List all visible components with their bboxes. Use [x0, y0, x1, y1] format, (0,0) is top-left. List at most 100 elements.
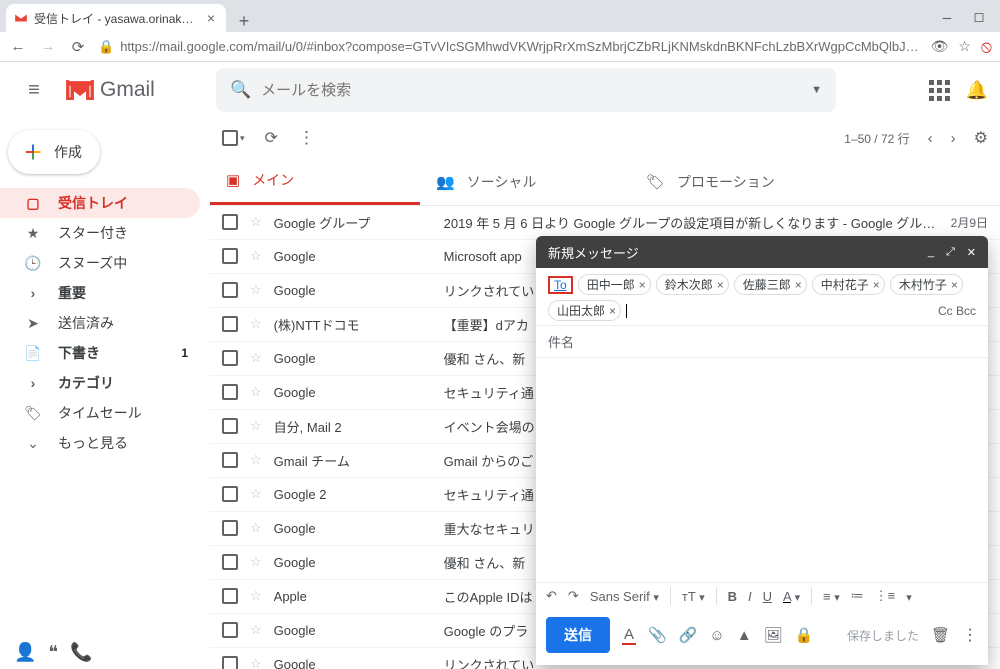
back-icon[interactable]: ← — [8, 38, 28, 55]
drive-icon[interactable]: ▲ — [737, 627, 752, 644]
mail-row[interactable]: ☆Google グループ2019 年 5 月 6 日より Google グループ… — [210, 206, 1000, 240]
font-size-icon[interactable]: тT ▾ — [682, 589, 705, 604]
star-icon[interactable]: ☆ — [250, 350, 262, 366]
redo-icon[interactable]: ↷ — [568, 588, 579, 604]
compose-minimize-icon[interactable]: _ — [928, 246, 934, 259]
row-checkbox[interactable] — [222, 384, 238, 400]
compose-close-icon[interactable]: ✕ — [967, 246, 976, 259]
more-actions-icon[interactable]: ⋮ — [298, 128, 315, 148]
hangouts-person-icon[interactable]: 👤 — [14, 642, 36, 663]
recipient-chip[interactable]: 中村花子× — [812, 274, 885, 295]
hamburger-menu-icon[interactable]: ≡ — [12, 79, 56, 102]
prev-page-icon[interactable]: ‹ — [928, 130, 933, 147]
chip-remove-icon[interactable]: × — [795, 278, 802, 292]
row-checkbox[interactable] — [222, 282, 238, 298]
next-page-icon[interactable]: › — [951, 130, 956, 147]
numbered-list-icon[interactable]: ≔ — [851, 588, 864, 604]
sidebar-item-inbox[interactable]: ▢受信トレイ — [0, 188, 200, 218]
row-checkbox[interactable] — [222, 554, 238, 570]
star-icon[interactable]: ☆ — [250, 452, 262, 468]
cc-bcc-toggle[interactable]: Cc Bcc — [938, 304, 976, 318]
compose-body[interactable] — [536, 358, 988, 582]
align-icon[interactable]: ≡ ▾ — [823, 589, 840, 604]
forward-icon[interactable]: → — [38, 38, 58, 55]
italic-icon[interactable]: I — [748, 589, 752, 604]
row-checkbox[interactable] — [222, 486, 238, 502]
star-icon[interactable]: ☆ — [250, 656, 262, 669]
compose-more-icon[interactable]: ⋮ — [962, 625, 978, 645]
bold-icon[interactable]: B — [728, 589, 737, 604]
sidebar-item-star[interactable]: ★スター付き — [0, 218, 200, 248]
search-bar[interactable]: 🔍 ▼ — [216, 68, 836, 112]
undo-icon[interactable]: ↶ — [546, 588, 557, 604]
sidebar-item-more[interactable]: ⌄もっと見る — [0, 428, 200, 458]
sidebar-item-clock[interactable]: 🕒スヌーズ中 — [0, 248, 200, 278]
compose-to-field[interactable]: To 田中一郎×鈴木次郎×佐藤三郎×中村花子×木村竹子×山田太郎×Cc Bcc — [536, 268, 988, 326]
font-select[interactable]: Sans Serif ▾ — [590, 589, 659, 604]
text-color-icon[interactable]: A ▾ — [783, 589, 800, 604]
star-icon[interactable]: ☆ — [250, 282, 262, 298]
star-icon[interactable]: ☆ — [250, 316, 262, 332]
star-icon[interactable]: ☆ — [250, 384, 262, 400]
bullet-list-icon[interactable]: ⋮≡ — [875, 588, 896, 604]
chip-remove-icon[interactable]: × — [717, 278, 724, 292]
format-more-icon[interactable]: ▾ — [906, 589, 911, 604]
send-button[interactable]: 送信 — [546, 617, 610, 653]
recipient-chip[interactable]: 木村竹子× — [890, 274, 963, 295]
sidebar-item-tag[interactable]: 🏷タイムセール — [0, 398, 200, 428]
row-checkbox[interactable] — [222, 350, 238, 366]
settings-gear-icon[interactable]: ⚙ — [974, 128, 988, 148]
window-maximize-icon[interactable]: ☐ — [966, 8, 992, 28]
row-checkbox[interactable] — [222, 248, 238, 264]
compose-button[interactable]: 作成 — [8, 130, 100, 174]
link-icon[interactable]: 🔗 — [679, 626, 698, 644]
apps-grid-icon[interactable] — [929, 80, 950, 101]
star-icon[interactable]: ☆ — [250, 248, 262, 264]
sidebar-item-doc[interactable]: 📄下書き1 — [0, 338, 200, 368]
tab-promotions[interactable]: 🏷プロモーション — [630, 159, 840, 205]
compose-subject-input[interactable]: 件名 — [536, 326, 988, 358]
to-input[interactable] — [632, 304, 652, 318]
extension-eye-icon[interactable]: 👁 — [931, 38, 949, 55]
reload-icon[interactable]: ⟳ — [68, 38, 88, 56]
underline-icon[interactable]: U — [763, 589, 772, 604]
recipient-chip[interactable]: 佐藤三郎× — [734, 274, 807, 295]
confidential-icon[interactable]: 🔒 — [795, 626, 814, 644]
discard-icon[interactable]: 🗑 — [931, 626, 950, 644]
row-checkbox[interactable] — [222, 418, 238, 434]
address-bar[interactable]: 🔒 https://mail.google.com/mail/u/0/#inbo… — [98, 39, 921, 55]
tab-close-icon[interactable]: × — [204, 11, 218, 25]
star-icon[interactable]: ☆ — [250, 214, 262, 230]
select-all-checkbox[interactable]: ▾ — [222, 130, 245, 146]
compose-expand-icon[interactable]: ⤢ — [946, 246, 955, 259]
browser-tab[interactable]: 受信トレイ - yasawa.orinaka@gm… × — [6, 4, 226, 32]
to-label[interactable]: To — [548, 276, 573, 294]
bookmark-star-icon[interactable]: ☆ — [958, 38, 971, 55]
row-checkbox[interactable] — [222, 316, 238, 332]
new-tab-button[interactable]: + — [230, 11, 258, 32]
row-checkbox[interactable] — [222, 452, 238, 468]
extension-block-icon[interactable]: ⦸ — [981, 37, 992, 57]
star-icon[interactable]: ☆ — [250, 418, 262, 434]
compose-header[interactable]: 新規メッセージ _ ⤢ ✕ — [536, 236, 988, 268]
sidebar-item-send[interactable]: ➤送信済み — [0, 308, 200, 338]
attach-icon[interactable]: 📎 — [648, 626, 667, 644]
window-minimize-icon[interactable]: ─ — [934, 8, 960, 28]
row-checkbox[interactable] — [222, 656, 238, 669]
row-checkbox[interactable] — [222, 520, 238, 536]
tab-social[interactable]: 👥ソーシャル — [420, 159, 630, 205]
gmail-logo[interactable]: Gmail — [66, 78, 206, 102]
refresh-icon[interactable]: ⟳ — [265, 128, 278, 148]
tab-primary[interactable]: ▣メイン — [210, 159, 420, 205]
notifications-icon[interactable]: 🔔 — [966, 80, 988, 101]
recipient-chip[interactable]: 山田太郎× — [548, 300, 621, 321]
chip-remove-icon[interactable]: × — [609, 304, 616, 318]
row-checkbox[interactable] — [222, 588, 238, 604]
recipient-chip[interactable]: 田中一郎× — [578, 274, 651, 295]
chip-remove-icon[interactable]: × — [639, 278, 646, 292]
sidebar-item-arrow[interactable]: ›重要 — [0, 278, 200, 308]
hangouts-chat-icon[interactable]: ❝ — [48, 642, 58, 663]
star-icon[interactable]: ☆ — [250, 588, 262, 604]
format-a-icon[interactable]: A — [622, 626, 636, 645]
star-icon[interactable]: ☆ — [250, 486, 262, 502]
